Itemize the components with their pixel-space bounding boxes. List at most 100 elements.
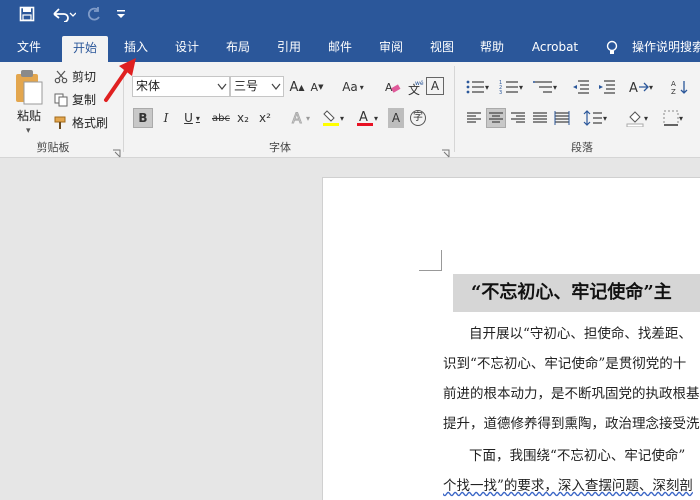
enclose-characters-label: 字 (410, 110, 426, 126)
paste-dropdown-icon[interactable]: ▾ (26, 123, 31, 139)
tab-review[interactable]: 审阅 (369, 34, 413, 62)
italic-label: I (163, 111, 169, 125)
paint-bucket-icon (626, 111, 644, 127)
chevron-down-icon[interactable] (217, 83, 227, 90)
document-line[interactable]: 识到“不忘初心、牢记使命”是贯彻党的十 (443, 352, 686, 372)
clipboard-group-label: 剪贴板 (36, 141, 70, 154)
annotation-arrow-icon (104, 58, 136, 102)
multilevel-list-icon (532, 81, 552, 93)
document-line[interactable]: 下面，我围绕“不忘初心、牢记使命” (469, 444, 685, 464)
italic-button[interactable]: I (157, 108, 175, 128)
sort-button[interactable]: AZ (666, 77, 696, 97)
format-painter-label: 格式刷 (72, 116, 109, 130)
svg-text:3: 3 (499, 90, 502, 95)
character-shading-button[interactable]: A (388, 108, 404, 128)
clipboard-launcher-icon[interactable] (112, 143, 121, 158)
numbering-button[interactable]: 1 2 3 ▾ (496, 77, 526, 97)
grow-font-button[interactable]: A ▲ (288, 77, 306, 97)
format-painter-button[interactable]: 格式刷 (52, 114, 112, 132)
document-line[interactable]: 自开展以“守初心、担使命、找差距、 (469, 322, 692, 342)
save-icon[interactable] (16, 6, 38, 28)
bullets-button[interactable]: ▾ (462, 77, 492, 97)
tab-file[interactable]: 文件 (6, 34, 52, 62)
document-line[interactable]: 个找一找”的要求，深入查摆问题、深刻剖 (443, 474, 693, 494)
highlight-color-button[interactable]: ▾ (318, 108, 348, 128)
tab-acrobat[interactable]: Acrobat (524, 34, 586, 62)
text-effects-button[interactable]: A ▾ (286, 108, 314, 128)
svg-text:A: A (359, 110, 368, 125)
font-color-icon: A (356, 110, 373, 126)
svg-text:A: A (385, 81, 393, 94)
svg-text:A: A (292, 111, 302, 126)
font-size-value: 三号 (234, 79, 259, 93)
numbering-icon: 123 (499, 80, 518, 95)
cut-button[interactable]: 剪切 (52, 68, 102, 86)
highlighter-icon (322, 110, 339, 126)
phonetic-guide-icon[interactable]: 文wén (405, 77, 425, 97)
tab-layout[interactable]: 布局 (216, 34, 260, 62)
tab-mailings[interactable]: 邮件 (318, 34, 362, 62)
tab-help[interactable]: 帮助 (470, 34, 514, 62)
paste-icon (16, 70, 43, 105)
bold-label: B (138, 111, 148, 125)
justify-icon[interactable] (530, 108, 550, 128)
font-size-combo[interactable]: 三号 (230, 76, 284, 97)
shading-button[interactable]: ▾ (622, 108, 652, 128)
increase-indent-icon[interactable] (596, 77, 618, 97)
distributed-icon[interactable] (552, 108, 572, 128)
scissors-icon (54, 70, 68, 84)
svg-text:Z: Z (671, 88, 676, 95)
tab-view[interactable]: 视图 (420, 34, 464, 62)
font-name-combo[interactable]: 宋体 (132, 76, 230, 97)
text-effects-icon: A (291, 111, 302, 127)
borders-icon (663, 110, 679, 126)
chinese-layout-button[interactable]: A ▾ (626, 77, 656, 97)
superscript-button[interactable]: x² (256, 108, 274, 128)
group-divider (454, 66, 455, 152)
bullets-icon (466, 80, 484, 94)
margin-corner-mark (441, 250, 442, 271)
customize-qat-icon[interactable] (114, 6, 128, 28)
paragraph-group-label: 段落 (571, 141, 593, 154)
clear-formatting-icon[interactable]: A (382, 77, 404, 97)
decrease-indent-icon[interactable] (570, 77, 592, 97)
underline-label: U (184, 111, 193, 125)
chevron-down-icon[interactable] (271, 83, 281, 90)
paste-button[interactable]: 粘贴 ▾ (10, 68, 50, 136)
superscript-label: x² (259, 111, 271, 125)
font-launcher-icon[interactable] (441, 143, 450, 158)
multilevel-list-button[interactable]: ▾ (530, 77, 560, 97)
align-center-icon[interactable] (486, 108, 506, 128)
margin-corner-mark (419, 270, 441, 271)
enclose-characters-button[interactable]: 字 (408, 108, 428, 128)
tab-references[interactable]: 引用 (267, 34, 311, 62)
lightbulb-icon (604, 40, 620, 56)
line-spacing-button[interactable]: ▾ (580, 108, 610, 128)
character-border-button[interactable]: A (426, 77, 444, 95)
cut-label: 剪切 (72, 70, 97, 84)
redo-icon[interactable] (84, 6, 104, 28)
document-line[interactable]: 前进的根本动力，是不断巩固党的执政根基 (443, 382, 700, 402)
svg-text:A: A (671, 80, 676, 88)
copy-icon (54, 93, 68, 107)
subscript-button[interactable]: x₂ (234, 108, 252, 128)
tell-me-search[interactable]: 操作说明搜索 (624, 34, 700, 62)
document-page[interactable]: “不忘初心、牢记使命”主 自开展以“守初心、担使命、找差距、 识到“不忘初心、牢… (322, 177, 700, 500)
shrink-font-button[interactable]: A ▼ (308, 77, 326, 97)
subscript-label: x₂ (237, 111, 249, 125)
change-case-button[interactable]: Aa ▾ (336, 77, 370, 97)
align-left-icon[interactable] (464, 108, 484, 128)
tab-design[interactable]: 设计 (165, 34, 209, 62)
font-color-button[interactable]: A ▾ (352, 108, 382, 128)
document-line[interactable]: 提升，道德修养得到熏陶，政治理念接受洗 (443, 412, 700, 432)
bold-button[interactable]: B (133, 108, 153, 128)
strikethrough-button[interactable]: abc (210, 108, 232, 128)
document-title[interactable]: “不忘初心、牢记使命”主 (453, 274, 700, 312)
svg-text:A: A (629, 81, 638, 95)
quick-access-toolbar (0, 0, 700, 34)
copy-button[interactable]: 复制 (52, 91, 102, 109)
borders-button[interactable]: ▾ (658, 108, 688, 128)
undo-icon[interactable] (48, 6, 78, 28)
align-right-icon[interactable] (508, 108, 528, 128)
underline-button[interactable]: U ▾ (178, 108, 206, 128)
